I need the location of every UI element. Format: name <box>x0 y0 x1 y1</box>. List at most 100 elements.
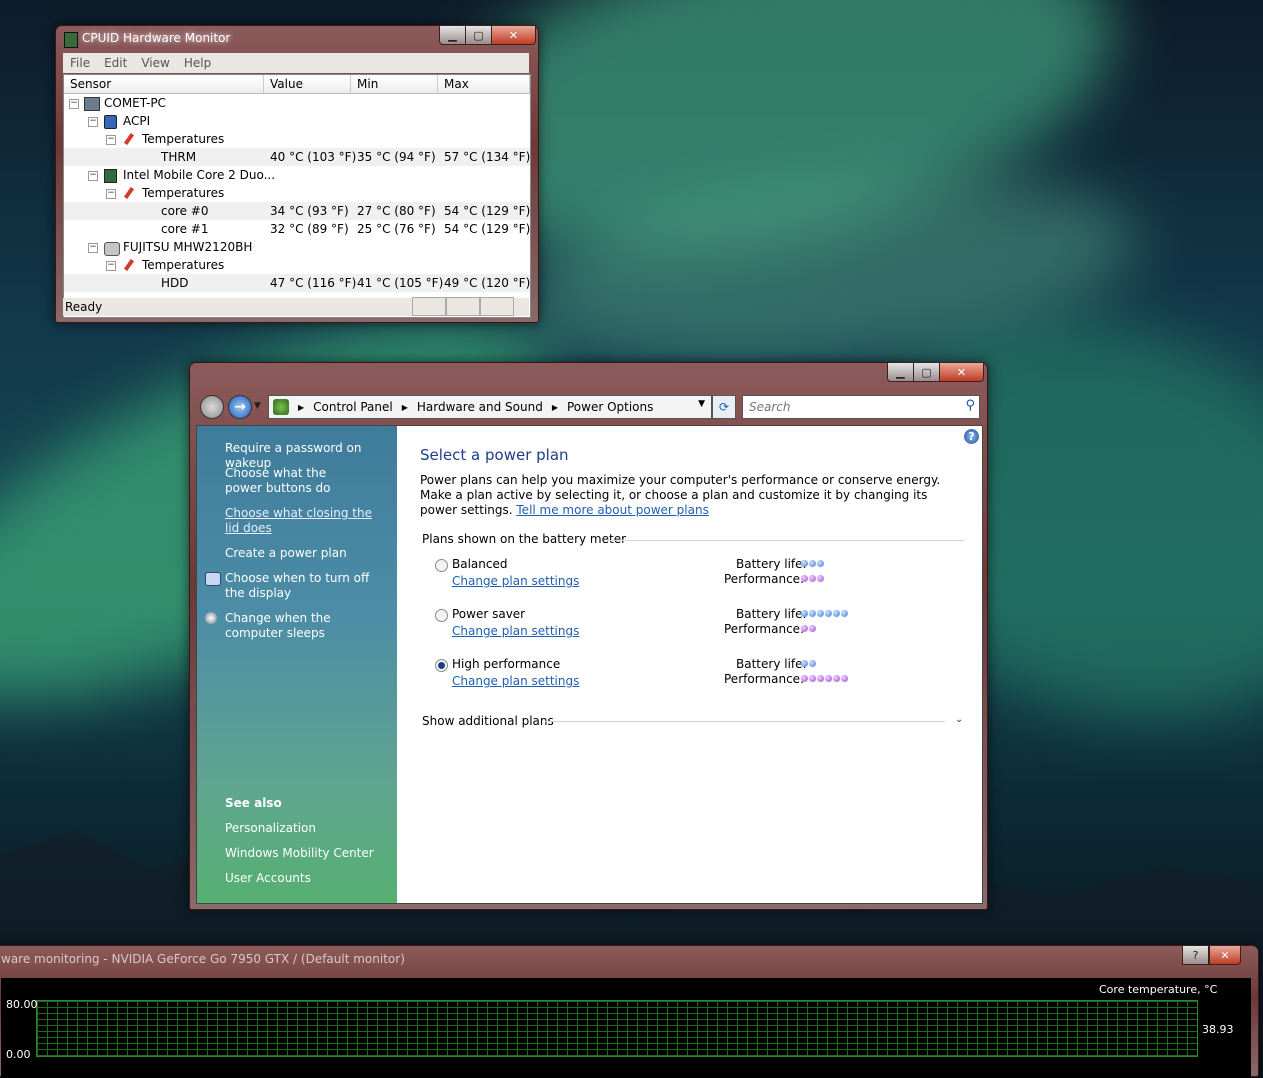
tree-row[interactable]: − Temperatures <box>64 184 530 202</box>
chevron-down-icon[interactable]: ⌄ <box>955 714 963 725</box>
battery-dot <box>801 610 808 617</box>
battery-meter <box>801 660 816 667</box>
change-plan-settings-link[interactable]: Change plan settings <box>452 674 579 688</box>
tree-row[interactable]: − Intel Mobile Core 2 Duo... <box>64 166 530 184</box>
task-computer-sleeps[interactable]: Change when the computer sleeps <box>225 611 385 641</box>
menu-help[interactable]: Help <box>177 56 218 70</box>
close-button[interactable]: ✕ <box>491 25 536 45</box>
search-input[interactable] <box>747 399 951 415</box>
task-closing-lid[interactable]: Choose what closing the lid does <box>225 506 380 536</box>
recent-pages-dropdown-icon[interactable]: ▼ <box>254 401 261 411</box>
close-button[interactable]: ✕ <box>939 362 984 382</box>
maximize-button[interactable]: ▢ <box>913 362 939 382</box>
performance-meter <box>801 625 816 632</box>
sensor-max: 49 °C (120 °F) <box>444 276 531 290</box>
section-heading: Plans shown on the battery meter <box>422 532 627 546</box>
help-icon[interactable]: ? <box>964 429 979 444</box>
column-max[interactable]: Max <box>438 75 530 93</box>
tree-label: Temperatures <box>142 132 225 146</box>
see-also-heading: See also <box>225 796 282 810</box>
breadcrumb-hardware-and-sound[interactable]: Hardware and Sound <box>417 400 543 414</box>
minimize-button[interactable]: ▁ <box>887 362 913 382</box>
tree-label: Temperatures <box>142 258 225 272</box>
address-dropdown-icon[interactable]: ▼ <box>698 399 705 409</box>
performance-dot <box>833 675 840 682</box>
help-button[interactable]: ? <box>1182 945 1209 965</box>
performance-meter <box>801 675 848 682</box>
sensor-value: 40 °C (103 °F) <box>270 150 357 164</box>
table-row[interactable]: HDD 47 °C (116 °F) 41 °C (105 °F) 49 °C … <box>64 274 530 292</box>
battery-dot <box>809 560 816 567</box>
menu-view[interactable]: View <box>134 56 176 70</box>
column-sensor[interactable]: Sensor <box>64 75 264 93</box>
plan-name[interactable]: High performance <box>452 657 560 671</box>
tree-row[interactable]: − Temperatures <box>64 130 530 148</box>
search-icon[interactable]: ⚲ <box>965 398 975 413</box>
see-also-user-accounts[interactable]: User Accounts <box>225 871 395 886</box>
plan-name[interactable]: Balanced <box>452 557 507 571</box>
menu-edit[interactable]: Edit <box>97 56 134 70</box>
plan-name[interactable]: Power saver <box>452 607 525 621</box>
table-row[interactable]: THRM 40 °C (103 °F) 35 °C (94 °F) 57 °C … <box>64 148 530 166</box>
tree-row[interactable]: − ACPI <box>64 112 530 130</box>
window-title: ware monitoring - NVIDIA GeForce Go 7950… <box>1 952 405 966</box>
battery-meter <box>801 610 848 617</box>
task-create-plan[interactable]: Create a power plan <box>225 546 395 561</box>
performance-label: Performance: <box>724 622 805 636</box>
cpuid-window: CPUID Hardware Monitor ▁ ▢ ✕ File Edit V… <box>55 25 539 323</box>
computer-icon <box>84 97 100 111</box>
see-also-personalization[interactable]: Personalization <box>225 821 395 836</box>
section-divider <box>545 721 945 722</box>
column-value[interactable]: Value <box>264 75 351 93</box>
task-turn-off-display[interactable]: Choose when to turn off the display <box>225 571 385 601</box>
plan-radio[interactable] <box>435 559 448 572</box>
maximize-button[interactable]: ▢ <box>465 25 491 45</box>
sensor-max: 54 °C (129 °F) <box>444 204 531 218</box>
breadcrumb-control-panel[interactable]: Control Panel <box>313 400 393 414</box>
table-row[interactable]: core #0 34 °C (93 °F) 27 °C (80 °F) 54 °… <box>64 202 530 220</box>
change-plan-settings-link[interactable]: Change plan settings <box>452 574 579 588</box>
window-body: Require a password on wakeup Choose what… <box>196 425 983 904</box>
tree-row[interactable]: − FUJITSU MHW2120BH <box>64 238 530 256</box>
tree-row[interactable]: − COMET-PC <box>64 94 530 112</box>
sensor-value: 32 °C (89 °F) <box>270 222 349 236</box>
hardware-monitoring-window: ware monitoring - NVIDIA GeForce Go 7950… <box>0 945 1259 1078</box>
sensor-min: 35 °C (94 °F) <box>357 150 436 164</box>
performance-dot <box>809 625 816 632</box>
y-min-label: 0.00 <box>6 1048 31 1061</box>
breadcrumb-separator-icon[interactable]: ▶ <box>552 403 558 412</box>
battery-dot <box>833 610 840 617</box>
close-button[interactable]: ✕ <box>1209 945 1241 965</box>
control-panel-icon <box>273 399 289 415</box>
performance-dot <box>801 625 808 632</box>
tree-label: ACPI <box>123 114 151 128</box>
menu-file[interactable]: File <box>63 56 97 70</box>
plan-radio[interactable] <box>435 609 448 622</box>
breadcrumb-separator-icon[interactable]: ▶ <box>402 403 408 412</box>
breadcrumb-power-options[interactable]: Power Options <box>567 400 653 414</box>
performance-dot <box>817 575 824 582</box>
refresh-button[interactable]: ⟳ <box>712 395 736 419</box>
performance-dot <box>809 675 816 682</box>
breadcrumb-separator-icon[interactable]: ▶ <box>298 403 304 412</box>
column-min[interactable]: Min <box>351 75 438 93</box>
search-box: ⚲ <box>742 395 980 419</box>
sensor-tree[interactable]: Sensor Value Min Max − COMET-PC − ACPI −… <box>63 74 531 318</box>
sensor-min: 27 °C (80 °F) <box>357 204 436 218</box>
forward-button[interactable]: → <box>228 395 252 419</box>
tell-me-more-link[interactable]: Tell me more about power plans <box>516 503 708 517</box>
column-header: Sensor Value Min Max <box>64 75 530 94</box>
task-power-buttons[interactable]: Choose what the power buttons do <box>225 466 365 496</box>
table-row[interactable]: core #1 32 °C (89 °F) 25 °C (76 °F) 54 °… <box>64 220 530 238</box>
plan-radio[interactable] <box>435 659 448 672</box>
back-button[interactable] <box>200 395 224 419</box>
battery-dot <box>801 660 808 667</box>
see-also-mobility-center[interactable]: Windows Mobility Center <box>225 846 395 861</box>
tree-row[interactable]: − Temperatures <box>64 256 530 274</box>
status-text: Ready <box>65 300 103 314</box>
minimize-button[interactable]: ▁ <box>439 25 465 45</box>
show-additional-plans[interactable]: Show additional plans <box>422 714 554 728</box>
series-label: Core temperature, °C <box>1099 983 1218 996</box>
address-bar[interactable]: ▶ Control Panel ▶ Hardware and Sound ▶ P… <box>268 395 712 419</box>
change-plan-settings-link[interactable]: Change plan settings <box>452 624 579 638</box>
